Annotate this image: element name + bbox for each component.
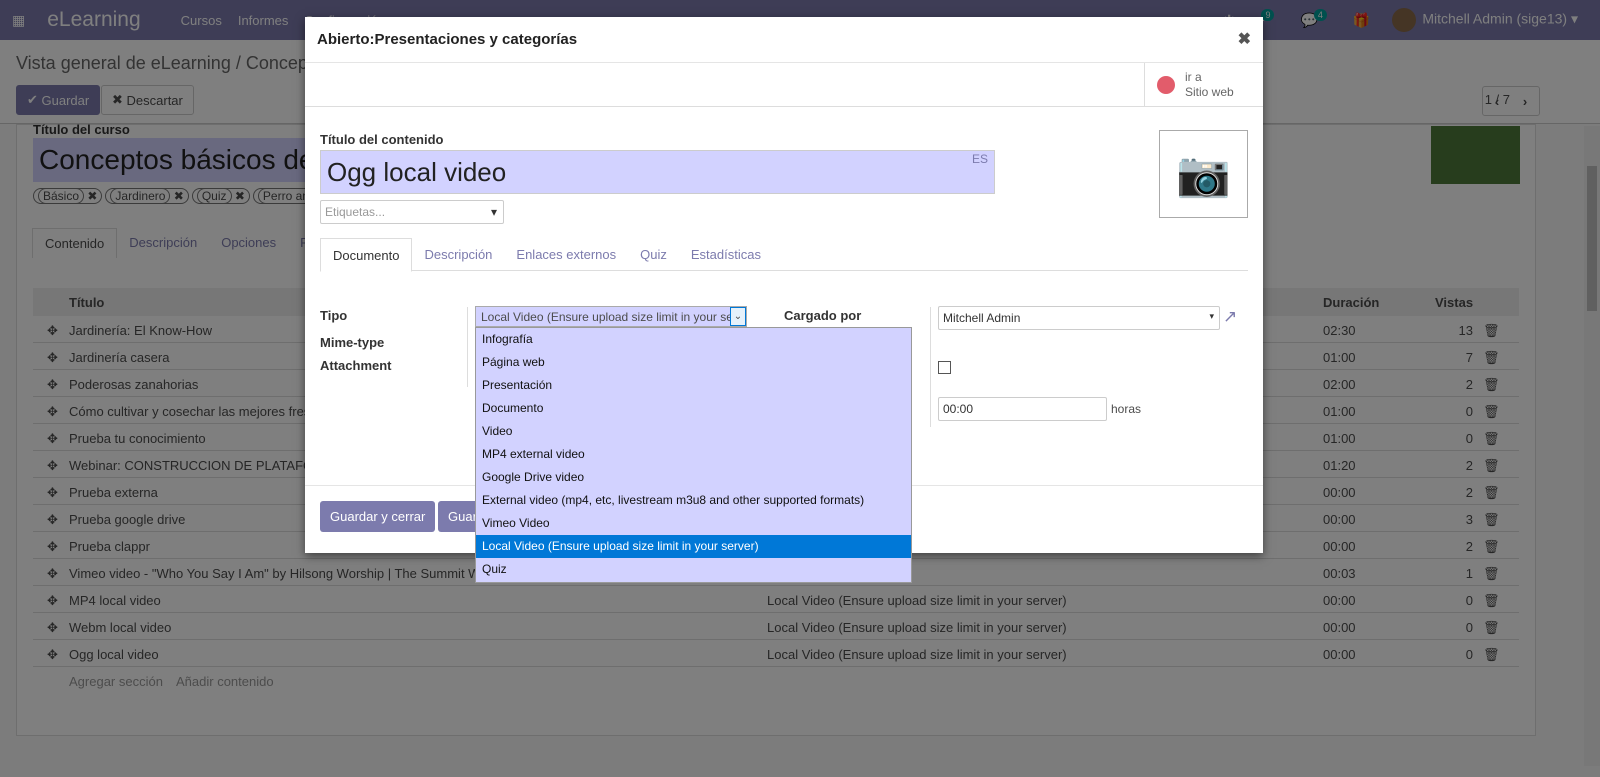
- content-title-value: Ogg local video: [327, 157, 507, 187]
- attachment-label: Attachment: [320, 358, 392, 373]
- uploaded-by-select[interactable]: Mitchell Admin ▾: [938, 306, 1220, 330]
- type-dropdown-list: Infografía Página web Presentación Document…: [475, 327, 912, 583]
- type-option[interactable]: Infografía: [476, 328, 911, 351]
- type-select[interactable]: Local Video (Ensure upload size limit in…: [475, 306, 747, 327]
- dialog-title: Abierto:Presentaciones y categorías: [317, 31, 578, 48]
- tab-quiz[interactable]: Quiz: [628, 238, 679, 270]
- type-option[interactable]: Presentación: [476, 374, 911, 397]
- tab-documento[interactable]: Documento: [320, 238, 413, 272]
- duration-input[interactable]: 00:00: [938, 397, 1107, 421]
- mime-label: Mime-type: [320, 335, 385, 350]
- tab-descripcion[interactable]: Descripción: [412, 238, 504, 270]
- type-option[interactable]: Local Video (Ensure upload size limit in…: [476, 535, 911, 558]
- duration-unit: horas: [1111, 402, 1142, 416]
- language-button[interactable]: ES: [972, 152, 988, 166]
- caret-down-icon: ▾: [490, 205, 497, 219]
- tab-estadisticas[interactable]: Estadísticas: [679, 238, 773, 270]
- smart-line1: ir a: [1185, 69, 1202, 84]
- uploaded-by-label: Cargado por: [784, 308, 862, 323]
- tab-enlaces-externos[interactable]: Enlaces externos: [504, 238, 628, 270]
- save-close-button[interactable]: Guardar y cerrar: [320, 501, 436, 532]
- globe-icon: [1157, 75, 1175, 94]
- image-upload[interactable]: 📷: [1159, 130, 1248, 218]
- type-option[interactable]: Documento: [476, 397, 911, 420]
- content-title-input[interactable]: Ogg local video ES: [320, 150, 995, 194]
- chevron-down-icon: ⌄: [730, 307, 746, 326]
- close-icon[interactable]: ✖: [1238, 29, 1251, 49]
- caret-down-icon: ▾: [1209, 311, 1214, 321]
- tags-input[interactable]: Etiquetas... ▾: [320, 200, 504, 224]
- type-option[interactable]: Quiz: [476, 558, 911, 581]
- content-title-label: Título del contenido: [320, 132, 444, 147]
- type-option[interactable]: Vimeo Video: [476, 512, 911, 535]
- type-option[interactable]: Google Drive video: [476, 466, 911, 489]
- type-option[interactable]: Página web: [476, 351, 911, 374]
- smart-line2: Sitio web: [1185, 84, 1234, 99]
- external-link-icon[interactable]: ↗: [1223, 307, 1237, 327]
- type-option[interactable]: MP4 external video: [476, 443, 911, 466]
- uploaded-by-value: Mitchell Admin: [943, 311, 1021, 325]
- type-option[interactable]: External video (mp4, etc, livestream m3u…: [476, 489, 911, 512]
- camera-plus-icon: 📷: [1176, 150, 1231, 199]
- type-select-value: Local Video (Ensure upload size limit in…: [481, 310, 747, 324]
- tipo-label: Tipo: [320, 308, 348, 323]
- type-option[interactable]: Video: [476, 420, 911, 443]
- tags-placeholder: Etiquetas...: [325, 205, 386, 219]
- checkbox[interactable]: [938, 361, 951, 374]
- website-smart-button[interactable]: ir a Sitio web: [1144, 63, 1263, 106]
